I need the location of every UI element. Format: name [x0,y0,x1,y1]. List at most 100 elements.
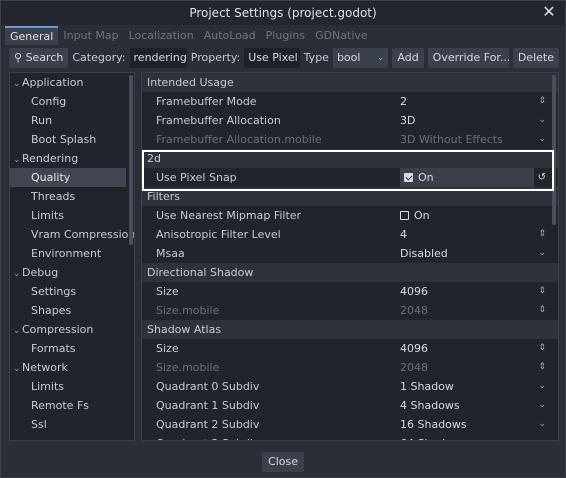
section-header: Shadow Atlas [142,320,558,339]
close-button[interactable]: Close [262,452,304,472]
property-name: Quadrant 2 Subdiv [156,418,260,431]
property-name: Framebuffer Allocation [156,114,281,127]
property-value-editor[interactable]: 3D ⌄ [400,111,546,130]
property-value-text: 2048 [400,304,428,317]
sidebar-item-label: Ssl [31,418,47,431]
property-value: 4 Shadows [400,396,460,415]
delete-button[interactable]: Delete [512,48,559,68]
property-row: Quadrant 0 Subdiv 1 Shadow ⌄ [142,377,558,396]
chevron-down-icon: ⌄ [538,115,546,125]
tab-plugins[interactable]: Plugins [261,26,310,45]
add-button[interactable]: Add [392,48,424,68]
toolbar: ⚲ Search Category: rendering/ Property: … [9,48,559,68]
sidebar-item-label: Formats [31,342,76,355]
tab-input-map[interactable]: Input Map [58,26,123,45]
spinner-arrows-icon: ⇕ [538,286,546,296]
project-settings-window: Project Settings (project.godot) ✕ Gener… [0,0,566,478]
sidebar-item-compression[interactable]: ⌄Compression [10,320,134,339]
property-name: Framebuffer Mode [156,95,257,108]
sidebar-item-config[interactable]: Config [10,92,134,111]
close-icon[interactable]: ✕ [541,4,557,20]
section-header: Intended Usage [142,73,558,92]
property-value: 4 [400,225,407,244]
tab-general[interactable]: General [5,26,59,45]
property-name: Size.mobile [156,361,220,374]
property-value-editor[interactable]: Disabled ⌄ [400,244,546,263]
property-value-text: 4096 [400,285,428,298]
search-icon: ⚲ [14,51,23,64]
chevron-down-icon: ⌄ [538,381,546,391]
sidebar-item-formats[interactable]: Formats [10,339,134,358]
sidebar-item-threads[interactable]: Threads [10,187,134,206]
property-value: 1 Shadow [400,377,454,396]
override-for-button[interactable]: Override For... [427,48,509,68]
property-input[interactable]: Use Pixel [244,48,300,68]
sidebar-item-run[interactable]: Run [10,111,134,130]
property-value: Disabled [400,244,448,263]
property-name: Msaa [156,247,185,260]
property-value-editor[interactable]: 1 Shadow ⌄ [400,377,546,396]
property-row: Quadrant 2 Subdiv 16 Shadows ⌄ [142,415,558,434]
property-value-editor[interactable]: 2048 ⇕ [400,358,546,377]
settings-tabs: General Input Map Localization AutoLoad Plug… [5,26,373,45]
sidebar-item-rendering[interactable]: ⌄Rendering [10,149,134,168]
sidebar-item-label: Compression [22,323,94,336]
property-value-editor[interactable]: 4096 ⇕ [400,282,546,301]
sidebar-item-label: Rendering [22,152,79,165]
spinner-arrows-icon: ⇕ [538,96,546,106]
tab-gdnative[interactable]: GDNative [310,26,373,45]
property-value: 2 [400,92,407,111]
property-value-editor[interactable]: On [400,168,534,187]
sidebar-scrollbar[interactable] [129,75,133,245]
sidebar-item-label: Environment [31,247,102,260]
sidebar-item-environment[interactable]: Environment [10,244,134,263]
sidebar-item-shapes[interactable]: Shapes [10,301,134,320]
sidebar-item-vram-compression[interactable]: Vram Compression [10,225,134,244]
chevron-down-icon: ⌄ [538,134,546,144]
chevron-down-icon: ⌄ [538,400,546,410]
property-row: Size 4096 ⇕ [142,339,558,358]
property-value: 3D Without Effects [400,130,503,149]
sidebar-item-limits[interactable]: Limits [10,206,134,225]
sidebar-item-debug[interactable]: ⌄Debug [10,263,134,282]
property-value-editor[interactable]: 2048 ⇕ [400,301,546,320]
property-name: Use Pixel Snap [156,171,237,184]
property-name: Quadrant 1 Subdiv [156,399,260,412]
chevron-down-icon: ⌄ [13,364,21,374]
property-value-text: On [414,209,430,222]
tab-autoload[interactable]: AutoLoad [199,26,261,45]
property-name: Framebuffer Allocation.mobile [156,133,322,146]
property-value-editor[interactable]: 4096 ⇕ [400,339,546,358]
property-value-editor[interactable]: 3D Without Effects ⌄ [400,130,546,149]
property-value-editor[interactable]: 4 ⇕ [400,225,546,244]
chevron-down-icon: ⌄ [538,434,546,440]
inspector-scrollbar[interactable] [552,75,556,225]
sidebar-item-settings[interactable]: Settings [10,282,134,301]
sidebar-item-boot-splash[interactable]: Boot Splash [10,130,134,149]
property-value-text: 2 [400,95,407,108]
sidebar-item-ssl[interactable]: Ssl [10,415,134,434]
sidebar-item-application[interactable]: ⌄Application [10,73,134,92]
sidebar-item-quality[interactable]: Quality [10,168,126,187]
property-value-editor[interactable]: 4 Shadows ⌄ [400,396,546,415]
sidebar-item-network[interactable]: ⌄Network [10,358,134,377]
category-input[interactable]: rendering/ [129,48,187,68]
tab-localization[interactable]: Localization [124,26,199,45]
property-value-editor[interactable]: 16 Shadows ⌄ [400,415,546,434]
sidebar-item-label: Settings [31,285,77,298]
sidebar-item-remote-fs[interactable]: Remote Fs [10,396,134,415]
footer: Close [1,447,565,477]
property-value: On [404,168,434,187]
property-value-editor[interactable]: On [400,206,546,225]
property-row: Use Nearest Mipmap Filter On [142,206,558,225]
type-select[interactable]: bool ⌄ [332,48,389,68]
sidebar-item-limits[interactable]: Limits [10,377,134,396]
property-name: Size [156,342,179,355]
revert-icon[interactable]: ↺ [538,168,546,187]
properties-inspector: Intended Usage Framebuffer Mode 2 ⇕ Framebuf… [141,72,559,441]
property-name: Quadrant 0 Subdiv [156,380,260,393]
section-header: Directional Shadow [142,263,558,282]
property-value-editor[interactable]: 64 Shadows ⌄ [400,434,546,440]
property-value-editor[interactable]: 2 ⇕ [400,92,546,111]
search-button[interactable]: ⚲ Search [9,48,69,68]
